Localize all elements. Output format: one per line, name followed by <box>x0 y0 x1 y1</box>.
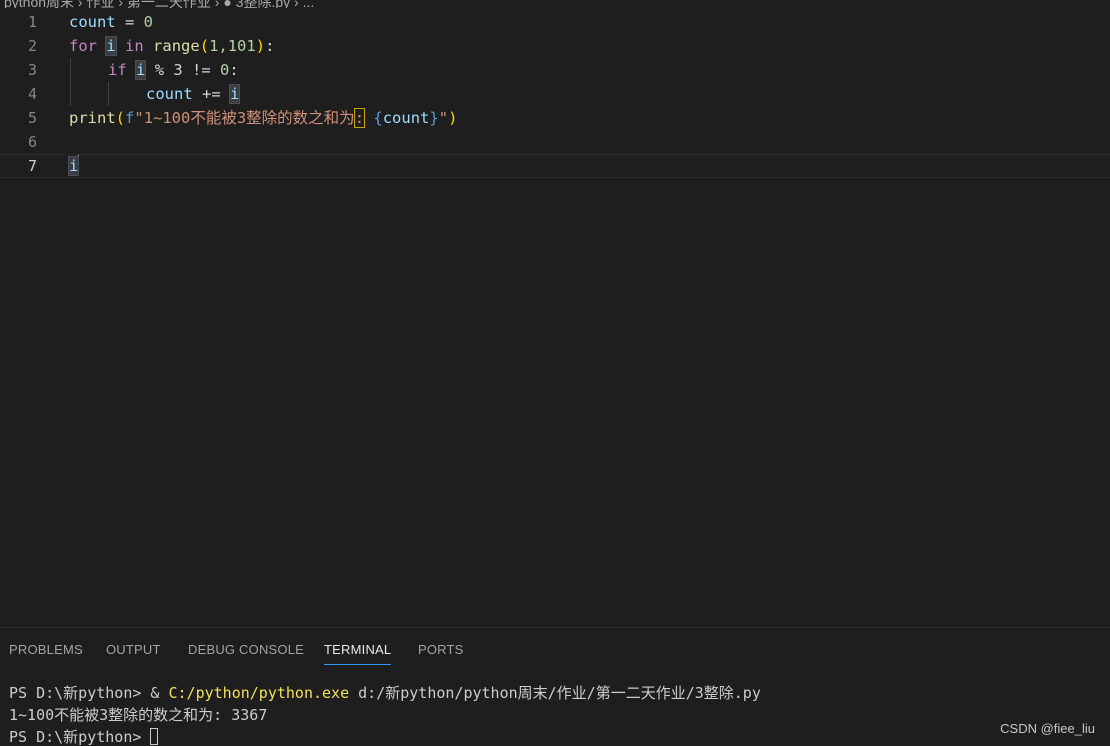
code-text[interactable]: if i % 3 != 0: <box>108 58 239 82</box>
variable-i-highlighted: i <box>228 84 241 104</box>
tab-debug-console[interactable]: DEBUG CONSOLE <box>188 642 304 664</box>
terminal-line-output[interactable]: 1~100不能被3整除的数之和为: 3367 <box>9 704 267 726</box>
code-text[interactable]: i <box>67 155 80 177</box>
code-line-4[interactable]: 4 count += i <box>0 82 1110 106</box>
panel-tabs: PROBLEMS OUTPUT DEBUG CONSOLE TERMINAL P… <box>0 628 1110 672</box>
code-line-3[interactable]: 3 if i % 3 != 0: <box>0 58 1110 82</box>
number-literal: 0 <box>143 13 154 31</box>
tab-ports[interactable]: PORTS <box>418 642 464 664</box>
line-number: 2 <box>27 37 37 55</box>
code-text[interactable]: count = 0 <box>69 10 153 34</box>
terminal-cursor <box>150 728 159 745</box>
colon: : <box>229 61 239 79</box>
close-paren: ) <box>255 37 266 55</box>
operator: = <box>115 13 144 31</box>
number-literal: 0 <box>220 61 230 79</box>
string-literal: "1~100不能被3整除的数之和为 <box>134 109 355 127</box>
fstring-brace-close: } <box>429 109 439 127</box>
code-line-2[interactable]: 2 for i in range(1,101): <box>0 34 1110 58</box>
code-text[interactable]: print(f"1~100不能被3整除的数之和为: {count}") <box>69 106 457 130</box>
line-number: 3 <box>27 61 37 79</box>
terminal-prompt: PS D:\新python> & <box>9 684 169 702</box>
code-line-6[interactable]: 6 <box>0 130 1110 154</box>
fstring-prefix: f <box>125 109 135 127</box>
tab-problems[interactable]: PROBLEMS <box>9 642 83 664</box>
variable-i-highlighted: i <box>67 156 80 176</box>
terminal-output-text: 1~100不能被3整除的数之和为: 3367 <box>9 706 268 724</box>
bottom-panel: PROBLEMS OUTPUT DEBUG CONSOLE TERMINAL P… <box>0 627 1110 746</box>
tab-output[interactable]: OUTPUT <box>106 642 161 664</box>
keyword-if: if <box>108 61 127 79</box>
string-quote: " <box>438 109 449 127</box>
variable-i-highlighted: i <box>105 36 117 56</box>
text-cursor <box>78 155 80 174</box>
tab-terminal[interactable]: TERMINAL <box>324 642 392 665</box>
range-args: 1,101 <box>209 37 256 55</box>
function-range: range <box>153 37 200 55</box>
watermark: CSDN @fiee_liu <box>1000 721 1095 736</box>
code-editor[interactable]: 1 count = 0 2 for i in range(1,101): 3 i… <box>0 10 1110 627</box>
line-number: 1 <box>27 13 37 31</box>
variable-i-highlighted: i <box>134 60 147 80</box>
open-paren: ( <box>199 37 210 55</box>
line-number: 4 <box>27 85 37 103</box>
terminal-line-prompt[interactable]: PS D:\新python> <box>9 726 159 746</box>
expression: % 3 != <box>145 61 221 79</box>
keyword-in: in <box>125 37 144 55</box>
terminal-executable: C:/python/python.exe <box>168 684 350 702</box>
code-text[interactable]: count += i <box>146 82 241 106</box>
code-line-7[interactable]: 7 i <box>0 154 1110 178</box>
terminal-args: d:/新python/python周末/作业/第一二天作业/3整除.py <box>349 684 761 702</box>
code-text[interactable]: for i in range(1,101): <box>69 34 274 58</box>
colon: : <box>265 37 275 55</box>
fstring-brace-open: { <box>373 109 383 127</box>
function-print: print <box>69 109 116 127</box>
operator: += <box>192 85 230 103</box>
close-paren: ) <box>448 109 458 127</box>
keyword-for: for <box>69 37 97 55</box>
code-line-1[interactable]: 1 count = 0 <box>0 10 1110 34</box>
fullwidth-colon-warning: : <box>353 108 366 128</box>
variable-count: count <box>146 85 193 103</box>
terminal-prompt: PS D:\新python> <box>9 728 151 746</box>
line-number-active: 7 <box>27 157 37 175</box>
terminal-line-command[interactable]: PS D:\新python> & C:/python/python.exe d:… <box>9 682 761 704</box>
line-number: 6 <box>27 133 37 151</box>
breadcrumb[interactable]: python周末 › 作业 › 第一二天作业 › ● 3整除.py › ... <box>0 0 1110 8</box>
variable-count: count <box>69 13 116 31</box>
code-line-5[interactable]: 5 print(f"1~100不能被3整除的数之和为: {count}") <box>0 106 1110 130</box>
open-paren: ( <box>115 109 126 127</box>
variable-count: count <box>382 109 430 127</box>
line-number: 5 <box>27 109 37 127</box>
